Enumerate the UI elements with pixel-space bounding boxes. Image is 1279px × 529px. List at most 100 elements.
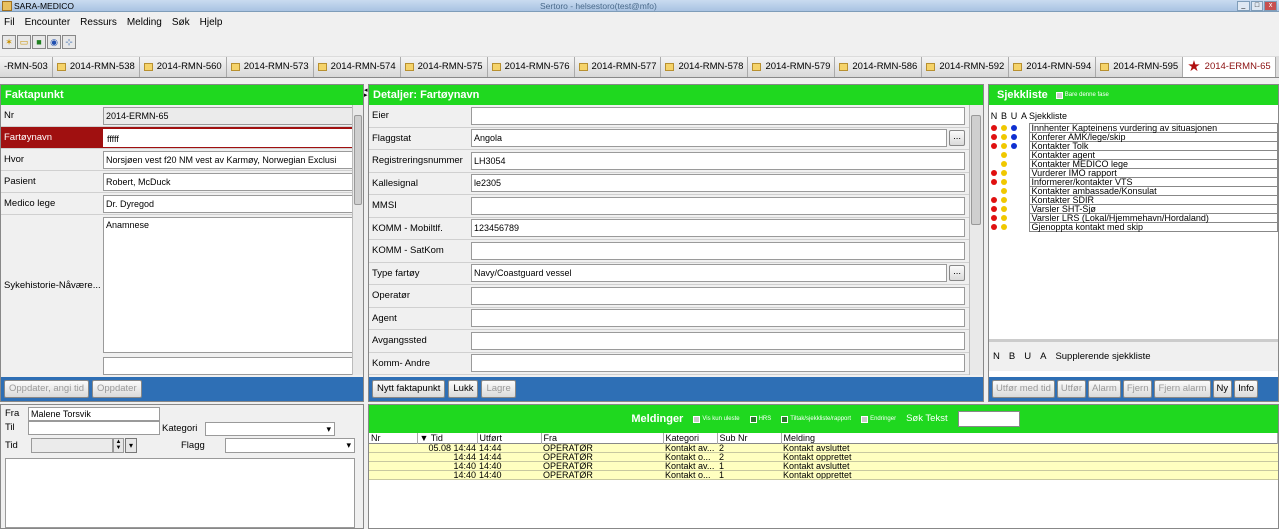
flagg-dropdown[interactable]: ▾ (225, 438, 355, 453)
kategori-dropdown[interactable]: ▾ (205, 422, 335, 436)
message-cell: Kontakt av... (665, 461, 715, 471)
detalj-field[interactable]: Navy/Coastguard vessel (471, 264, 948, 283)
detalj-field[interactable] (471, 331, 965, 350)
flagg-label: Flagg (181, 440, 205, 451)
lukk-button[interactable]: Lukk (448, 380, 479, 398)
tab-case[interactable]: 2014-RMN-592 (922, 56, 1010, 77)
detalj-field[interactable]: Angola (471, 129, 948, 148)
minimize-icon[interactable]: _ (1237, 1, 1250, 11)
tab-case[interactable]: -RMN-503 (0, 56, 53, 77)
network-icon[interactable]: ⊹ (62, 35, 76, 49)
meldinger-col[interactable]: Sub Nr (717, 433, 782, 444)
open-folder-icon[interactable]: ▭ (17, 35, 31, 49)
filter-checkbox[interactable] (693, 415, 701, 423)
browse-button[interactable]: ... (949, 130, 965, 147)
detalj-field[interactable] (471, 354, 965, 373)
detalj-field[interactable] (471, 106, 965, 125)
menu-item-2[interactable]: Ressurs (80, 17, 117, 28)
tab-case[interactable]: 2014-RMN-576 (487, 56, 575, 77)
detalj-field[interactable] (471, 286, 965, 305)
faktapunkt-scrollbar[interactable] (352, 105, 363, 375)
filter-checkbox[interactable] (781, 415, 789, 423)
detalj-field[interactable]: 123456789 (471, 219, 965, 238)
sjekkliste-button[interactable]: Alarm (1088, 380, 1121, 398)
fakta-field[interactable]: fffff (103, 128, 361, 147)
til-field[interactable] (28, 421, 160, 435)
extra-row (1, 355, 363, 377)
fakta-field[interactable]: Robert, McDuck (103, 172, 361, 191)
filter-option[interactable]: Vis kun uleste (693, 409, 740, 429)
tid-spinner[interactable]: ▲ ▼ (113, 438, 124, 453)
tab-case[interactable]: 2014-RMN-577 (574, 56, 662, 77)
tab-case[interactable]: 2014-RMN-595 (1096, 56, 1184, 77)
tab-active-case[interactable]: ★ 2014-ERMN-65 (1183, 56, 1276, 77)
meldinger-col[interactable]: Utført (477, 433, 542, 444)
filter-option[interactable]: HRS (749, 409, 771, 429)
detalj-field[interactable]: LH3054 (471, 151, 965, 170)
only-phase-checkbox[interactable] (1055, 91, 1063, 99)
globe-icon[interactable]: ◉ (47, 35, 61, 49)
fra-field[interactable]: Malene Torsvik (28, 407, 160, 421)
sok-input[interactable] (957, 411, 1020, 427)
menu-item-1[interactable]: Encounter (25, 17, 71, 28)
menu-item-0[interactable]: Fil (4, 17, 15, 28)
tid-dropdown-icon[interactable]: ▾ (125, 438, 137, 453)
tab-case[interactable]: 2014-RMN-560 (139, 56, 227, 77)
sjekkliste-button[interactable]: Info (1234, 380, 1259, 398)
menu-item-3[interactable]: Melding (127, 17, 162, 28)
tab-case[interactable]: 2014-RMN-573 (226, 56, 314, 77)
save-icon[interactable]: ■ (32, 35, 46, 49)
fakta-field[interactable]: 2014-ERMN-65 (103, 106, 361, 125)
message-row[interactable]: 14:44 14:44 OPERATØR Kontakt o... 2 Kontakt o… (369, 452, 1278, 462)
sjekkliste-button[interactable]: Ny (1212, 380, 1233, 398)
filter-checkbox[interactable] (861, 415, 869, 423)
tab-case[interactable]: 2014-RMN-578 (661, 56, 749, 77)
browse-button[interactable]: ... (949, 265, 965, 282)
sjekkliste-button[interactable]: Utfør med tid (992, 380, 1055, 398)
message-row[interactable]: 05.08 14:44 14:44 OPERATØR Kontakt av... 2 Ko… (369, 443, 1278, 453)
tab-case[interactable]: 2014-RMN-538 (52, 56, 140, 77)
sjekkliste-item[interactable]: Gjenoppta kontakt med skip (989, 222, 1278, 232)
message-textarea[interactable] (5, 458, 355, 528)
oppdater-angi-tid-button[interactable]: Oppdater, angi tid (4, 380, 89, 398)
meldinger-col[interactable]: Kategori (663, 433, 718, 444)
meldinger-col[interactable]: Nr (369, 433, 418, 444)
tab-case[interactable]: 2014-RMN-586 (835, 56, 923, 77)
only-phase-filter[interactable]: Bare denne fase (1055, 85, 1109, 105)
splitter-arrows[interactable]: ◂ ▸ (364, 87, 368, 99)
tab-case[interactable]: 2014-RMN-575 (400, 56, 488, 77)
menu-item-4[interactable]: Søk (172, 17, 190, 28)
extra-field[interactable] (103, 357, 361, 375)
detalj-field[interactable] (471, 241, 965, 260)
sjekkliste-button[interactable]: Utfør (1056, 380, 1087, 398)
sjekkliste-button[interactable]: Fjern (1122, 380, 1153, 398)
filter-option[interactable]: Tiltak/sjekkliste/rapport (781, 409, 851, 429)
tab-case[interactable]: 2014-RMN-579 (748, 56, 836, 77)
tab-case[interactable]: 2014-RMN-594 (1009, 56, 1097, 77)
oppdater-button[interactable]: Oppdater (92, 380, 142, 398)
detaljer-scrollbar[interactable] (969, 105, 983, 375)
history-textarea[interactable]: Anamnese (103, 217, 361, 353)
menu-item-5[interactable]: Hjelp (200, 17, 223, 28)
meldinger-col[interactable]: ▼ Tid (417, 433, 478, 444)
maximize-icon[interactable]: □ (1250, 1, 1264, 11)
new-icon[interactable]: ✶ (2, 35, 16, 49)
message-row[interactable]: 14:40 14:40 OPERATØR Kontakt o... 1 Kontakt o… (369, 470, 1278, 480)
close-icon[interactable]: x (1264, 1, 1278, 11)
filter-option[interactable]: Endringer (861, 409, 896, 429)
tid-field[interactable] (31, 438, 113, 453)
meldinger-col[interactable]: Fra (541, 433, 664, 444)
message-row[interactable]: 14:40 14:40 OPERATØR Kontakt av... 1 Kontakt … (369, 461, 1278, 471)
tab-case[interactable]: 2014-RMN-574 (313, 56, 401, 77)
lagre-button[interactable]: Lagre (481, 380, 516, 398)
faktapunkt-button-bar: Oppdater, angi tid Oppdater (1, 377, 363, 401)
sjekkliste-button[interactable]: Fjern alarm (1154, 380, 1211, 398)
nytt-faktapunkt-button[interactable]: Nytt faktapunkt (372, 380, 446, 398)
detalj-field[interactable] (471, 196, 965, 215)
meldinger-col[interactable]: Melding (781, 433, 1278, 444)
detalj-field[interactable]: le2305 (471, 174, 965, 193)
filter-checkbox[interactable] (749, 415, 757, 423)
fakta-field[interactable]: Dr. Dyregod (103, 194, 361, 213)
fakta-field[interactable]: Norsjøen vest f20 NM vest av Karmøy, Nor… (103, 150, 361, 169)
detalj-field[interactable] (471, 309, 965, 328)
